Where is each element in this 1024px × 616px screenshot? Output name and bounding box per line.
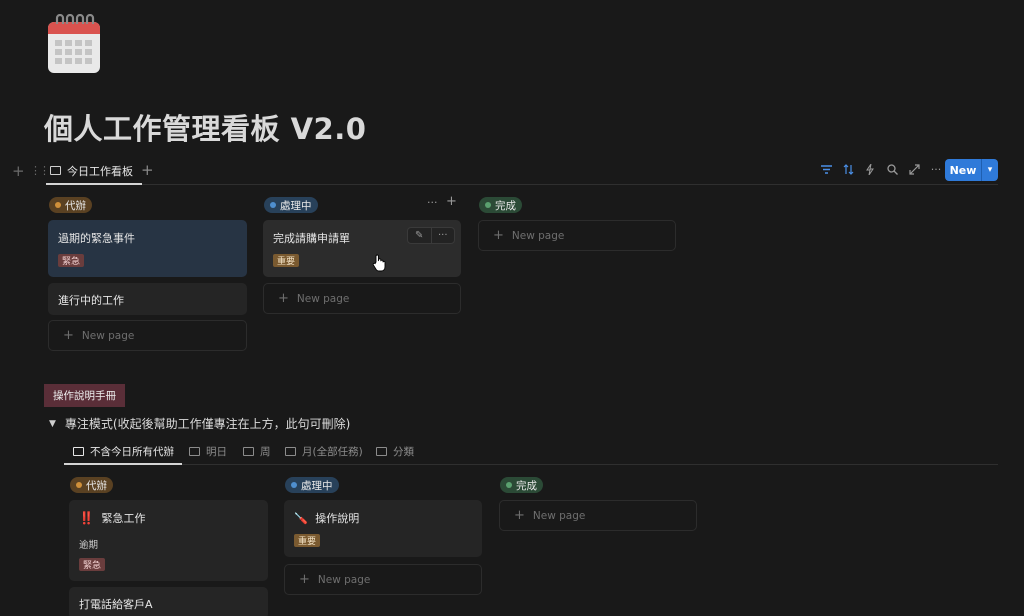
plus-icon: +: [514, 508, 525, 523]
status-pill-doing[interactable]: 處理中: [264, 197, 318, 213]
calendar-view-icon: [285, 447, 296, 456]
chevron-down-icon[interactable]: ▾: [982, 159, 998, 181]
expand-icon[interactable]: [908, 163, 920, 175]
status-pill-done[interactable]: 完成: [500, 477, 543, 493]
lightning-icon[interactable]: [864, 163, 876, 175]
board-view-icon: [50, 166, 61, 175]
board-card[interactable]: 完成請購申請單 重要 ✎ ···: [263, 220, 461, 277]
status-dot-icon: [55, 202, 61, 208]
card-property: 逾期: [79, 540, 99, 551]
card-title: 過期的緊急事件: [58, 232, 135, 245]
drag-handle-icon[interactable]: ⋮⋮: [30, 164, 50, 177]
board-card[interactable]: ‼️ 緊急工作 逾期 緊急: [69, 500, 268, 581]
focus-toggle[interactable]: ▼ 專注模式(收起後幫助工作僅專注在上方，此句可刪除): [49, 415, 350, 432]
calendar-icon[interactable]: [47, 14, 101, 74]
card-actions: ✎ ···: [407, 227, 455, 244]
board-card[interactable]: 打電話給客戶A: [69, 587, 268, 616]
card-title: 🪛 操作說明: [294, 512, 360, 525]
divider: [46, 184, 998, 185]
screwdriver-icon: 🪛: [294, 512, 308, 525]
more-icon[interactable]: ···: [430, 228, 455, 243]
search-icon[interactable]: [886, 163, 898, 175]
list-view-icon: [376, 447, 387, 456]
add-block-icon[interactable]: +: [12, 162, 25, 180]
new-page-button[interactable]: + New page: [284, 564, 482, 595]
board-card[interactable]: 🪛 操作說明 重要: [284, 500, 482, 557]
board-card[interactable]: 進行中的工作: [48, 283, 247, 315]
tab-month[interactable]: 月(全部任務): [285, 444, 363, 459]
new-button-label[interactable]: New: [945, 159, 981, 181]
tab-label: 今日工作看板: [67, 164, 133, 178]
column-todo: 代辦: [49, 196, 92, 214]
column-done: 完成: [479, 196, 522, 214]
status-dot-icon: [270, 202, 276, 208]
toggle-label: 專注模式(收起後幫助工作僅專注在上方，此句可刪除): [64, 417, 351, 431]
new-page-button[interactable]: + New page: [48, 320, 247, 351]
new-button[interactable]: New ▾: [945, 159, 998, 181]
new-page-button[interactable]: + New page: [499, 500, 697, 531]
status-dot-icon: [485, 202, 491, 208]
column-more-icon[interactable]: ···: [427, 196, 438, 209]
tab-all-todo[interactable]: 不含今日所有代辦: [73, 444, 174, 459]
page-title[interactable]: 個人工作管理看板 V2.0: [44, 106, 366, 148]
edit-icon[interactable]: ✎: [408, 228, 431, 243]
database-toolbar: + ⋮⋮ 今日工作看板 + ··· New ▾: [0, 158, 1024, 185]
status-pill-todo[interactable]: 代辦: [49, 197, 92, 213]
tag-urgent: 緊急: [79, 558, 106, 571]
column-done: 完成: [500, 476, 543, 494]
plus-icon: +: [63, 328, 74, 343]
status-dot-icon: [291, 482, 297, 488]
double-exclamation-icon: ‼️: [79, 511, 94, 525]
hand-cursor-icon: [372, 254, 386, 272]
column-doing: 處理中: [264, 196, 318, 214]
column-doing: 處理中: [285, 476, 339, 494]
tab-week[interactable]: 周: [243, 444, 271, 459]
card-title: 打電話給客戶A: [79, 598, 153, 611]
manual-link[interactable]: 操作說明手冊: [44, 384, 125, 407]
more-icon[interactable]: ···: [930, 163, 942, 176]
active-tab-indicator: [46, 183, 142, 185]
new-page-button[interactable]: + New page: [478, 220, 676, 251]
status-pill-todo[interactable]: 代辦: [70, 477, 113, 493]
sort-icon[interactable]: [842, 163, 854, 175]
card-title: ‼️ 緊急工作: [79, 511, 146, 525]
triangle-down-icon[interactable]: ▼: [49, 419, 56, 429]
tab-tomorrow[interactable]: 明日: [189, 444, 227, 459]
board-view-icon: [189, 447, 200, 456]
tag-urgent: 緊急: [58, 254, 85, 267]
tab-category[interactable]: 分類: [376, 444, 414, 459]
board-card[interactable]: 過期的緊急事件 緊急: [48, 220, 247, 277]
column-add-icon[interactable]: +: [446, 194, 457, 209]
plus-icon: +: [493, 228, 504, 243]
tag-important: 重要: [294, 534, 321, 547]
view-tabs: 不含今日所有代辦 明日 周 月(全部任務) 分類: [64, 440, 998, 465]
new-page-button[interactable]: + New page: [263, 283, 461, 314]
status-pill-done[interactable]: 完成: [479, 197, 522, 213]
add-view-icon[interactable]: +: [141, 161, 154, 179]
calendar-view-icon: [243, 447, 254, 456]
filter-icon[interactable]: [820, 163, 832, 175]
board-view-icon: [73, 447, 84, 456]
card-title: 進行中的工作: [58, 294, 124, 307]
column-todo: 代辦: [70, 476, 113, 494]
plus-icon: +: [278, 291, 289, 306]
status-dot-icon: [76, 482, 82, 488]
active-tab-indicator: [64, 463, 182, 465]
tag-important: 重要: [273, 254, 300, 267]
tab-today-board[interactable]: 今日工作看板: [50, 158, 133, 183]
card-title: 完成請購申請單: [273, 232, 350, 245]
status-dot-icon: [506, 482, 512, 488]
status-pill-doing[interactable]: 處理中: [285, 477, 339, 493]
plus-icon: +: [299, 572, 310, 587]
toolbar-actions: ···: [820, 163, 942, 176]
